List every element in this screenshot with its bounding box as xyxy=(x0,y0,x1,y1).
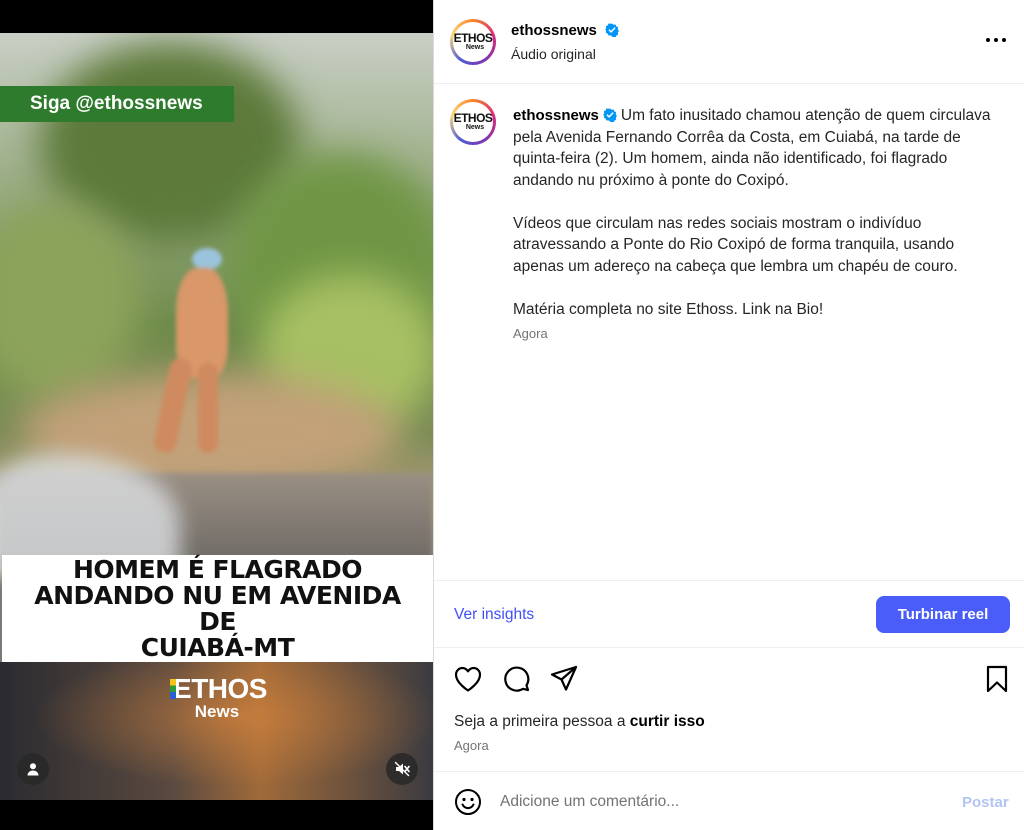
avatar-logo-text: ETHOS xyxy=(453,31,493,45)
verified-badge-icon xyxy=(605,23,620,37)
view-insights-link[interactable]: Ver insights xyxy=(454,606,534,624)
caption-paragraph: Vídeos que circulam nas redes sociais mo… xyxy=(513,214,958,275)
bookmark-icon xyxy=(986,665,1008,693)
share-button[interactable] xyxy=(549,664,579,694)
avatar-logo-subtext: News xyxy=(465,44,485,51)
avatar-logo-text: ETHOS xyxy=(453,111,493,125)
caption-paragraph: Matéria completa no site Ethoss. Link na… xyxy=(513,300,824,318)
comment-input[interactable] xyxy=(500,786,940,818)
avatar[interactable]: ETHOS News xyxy=(450,19,496,65)
caption-paragraph: ethossnews Um fato inusitado chamou aten… xyxy=(513,105,1008,191)
emoji-button[interactable] xyxy=(454,788,482,816)
logo-subtext: News xyxy=(194,702,240,721)
follow-banner: Siga @ethossnews xyxy=(0,86,234,122)
save-button[interactable] xyxy=(982,664,1012,694)
username-link[interactable]: ethossnews xyxy=(511,22,597,39)
comment-button[interactable] xyxy=(501,664,531,694)
post-header: ETHOS News ethossnews Áudio original xyxy=(434,0,1024,84)
likes-prefix: Seja a primeira pessoa a xyxy=(454,713,630,730)
logo-color-bar xyxy=(170,679,176,699)
action-bar xyxy=(434,660,1024,700)
header-user: ethossnews xyxy=(511,22,620,40)
original-audio-link[interactable]: Áudio original xyxy=(511,46,596,62)
post-panel: ETHOS News ethossnews Áudio original ETH… xyxy=(433,0,1024,830)
walking-person xyxy=(152,248,234,458)
person-tag-icon xyxy=(27,763,39,776)
paper-plane-icon xyxy=(550,665,578,691)
muted-speaker-icon xyxy=(394,761,410,777)
heart-icon xyxy=(454,666,482,692)
boost-reel-button[interactable]: Turbinar reel xyxy=(876,596,1010,633)
verified-badge-icon xyxy=(602,108,617,122)
tagged-people-button[interactable] xyxy=(17,753,49,785)
post-comment-button[interactable]: Postar xyxy=(962,794,1009,811)
smiley-icon xyxy=(455,789,481,815)
avatar-logo-subtext: News xyxy=(465,124,485,131)
avatar[interactable]: ETHOS News xyxy=(450,99,496,145)
post-timestamp: Agora xyxy=(454,738,489,753)
likes-summary: Seja a primeira pessoa a curtir isso xyxy=(454,713,705,731)
mute-button[interactable] xyxy=(386,753,418,785)
like-this-link[interactable]: curtir isso xyxy=(630,713,705,730)
more-dots-icon xyxy=(986,38,1006,42)
more-options-button[interactable] xyxy=(982,28,1010,52)
logo-text: ETHOS xyxy=(173,673,267,704)
caption-area: ETHOS News ethossnews Um fato inusitado … xyxy=(434,85,1024,580)
caption-username-link[interactable]: ethossnews xyxy=(513,107,599,124)
like-button[interactable] xyxy=(453,664,483,694)
ethos-news-logo: ETHOS News xyxy=(170,675,270,721)
caption-timestamp: Agora xyxy=(513,326,548,341)
insights-row: Ver insights Turbinar reel xyxy=(434,580,1024,648)
comment-bar: Postar xyxy=(434,771,1024,830)
comment-bubble-icon xyxy=(504,666,530,692)
video-headline: HOMEM É FLAGRADO ANDANDO NU EM AVENIDA D… xyxy=(2,555,433,662)
headline-text: HOMEM É FLAGRADO ANDANDO NU EM AVENIDA D… xyxy=(34,554,401,662)
caption-text: ethossnews Um fato inusitado chamou aten… xyxy=(513,105,1008,320)
reel-video[interactable]: Siga @ethossnews HOMEM É FLAGRADO ANDAND… xyxy=(0,0,433,830)
